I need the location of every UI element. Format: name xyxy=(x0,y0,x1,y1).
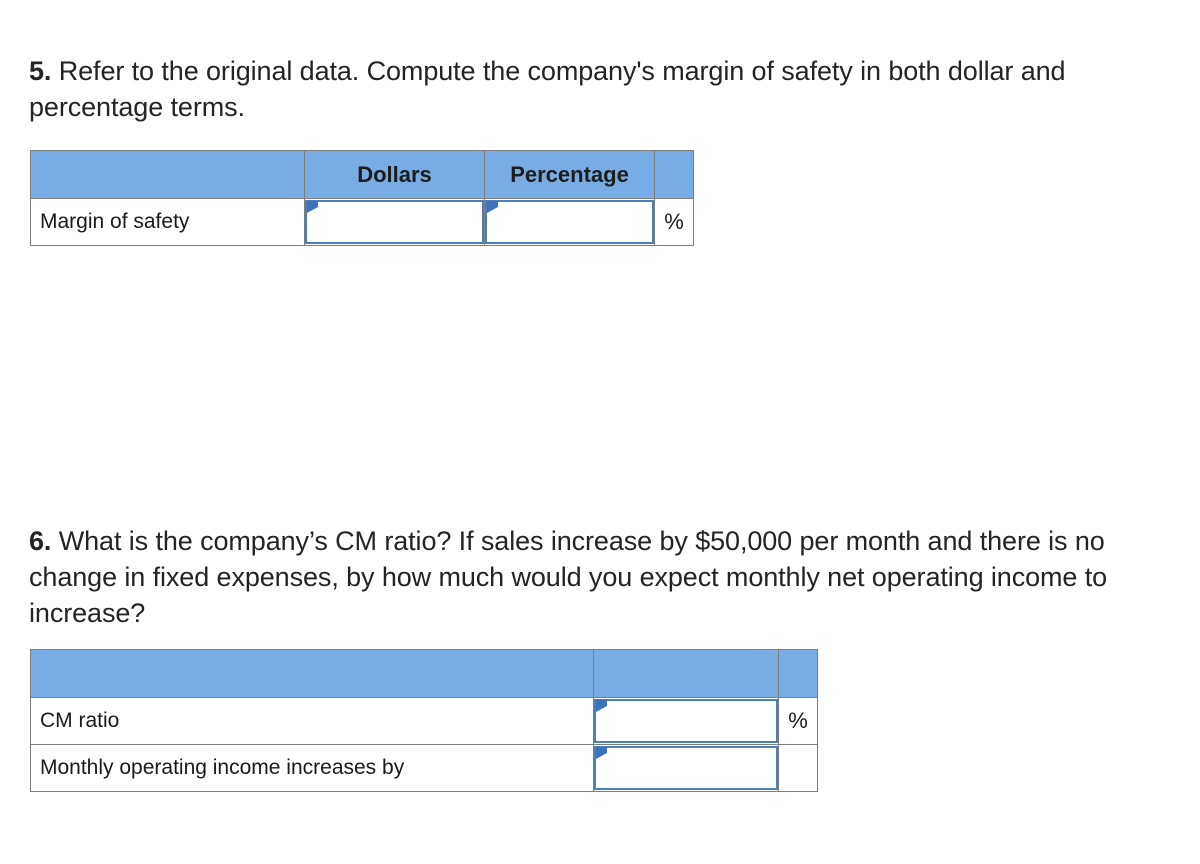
monthly-operating-income-unit xyxy=(778,744,818,792)
header-cell-blank-left xyxy=(30,150,305,199)
cm-ratio-table: CM ratio % Monthly operating income incr… xyxy=(30,649,818,792)
question-6-text: 6. What is the company’s CM ratio? If sa… xyxy=(29,523,1149,631)
question-6-body: What is the company’s CM ratio? If sales… xyxy=(29,526,1108,628)
monthly-operating-income-value-cell[interactable] xyxy=(593,744,779,792)
table-header-row xyxy=(30,649,818,698)
worksheet-page: 5. Refer to the original data. Compute t… xyxy=(0,0,1200,864)
row-label-margin-of-safety: Margin of safety xyxy=(30,198,305,246)
cm-ratio-input[interactable] xyxy=(594,699,778,743)
monthly-operating-income-input[interactable] xyxy=(594,746,778,790)
margin-of-safety-dollars-cell[interactable] xyxy=(304,198,485,246)
header-cell-blank-middle xyxy=(593,649,779,698)
table-row: CM ratio % xyxy=(30,697,818,745)
header-cell-percentage: Percentage xyxy=(484,150,655,199)
question-5-text: 5. Refer to the original data. Compute t… xyxy=(29,53,1119,125)
header-cell-blank-right xyxy=(778,649,818,698)
header-cell-blank-left xyxy=(30,649,594,698)
margin-of-safety-dollars-input[interactable] xyxy=(305,200,484,244)
cm-ratio-value-cell[interactable] xyxy=(593,697,779,745)
table-row: Margin of safety % xyxy=(30,198,694,246)
row-label-cm-ratio: CM ratio xyxy=(30,697,594,745)
question-5-number: 5. xyxy=(29,56,52,86)
margin-of-safety-percentage-input[interactable] xyxy=(485,200,654,244)
cm-ratio-percent-unit: % xyxy=(778,697,818,745)
margin-of-safety-table: Dollars Percentage Margin of safety % xyxy=(30,150,694,246)
header-cell-dollars: Dollars xyxy=(304,150,485,199)
margin-of-safety-percentage-cell[interactable] xyxy=(484,198,655,246)
margin-of-safety-percent-unit: % xyxy=(654,198,694,246)
table-row: Monthly operating income increases by xyxy=(30,744,818,792)
header-cell-blank-right xyxy=(654,150,694,199)
question-5-body: Refer to the original data. Compute the … xyxy=(29,56,1066,122)
row-label-monthly-operating-income: Monthly operating income increases by xyxy=(30,744,594,792)
question-6-number: 6. xyxy=(29,526,52,556)
table-header-row: Dollars Percentage xyxy=(30,150,694,199)
